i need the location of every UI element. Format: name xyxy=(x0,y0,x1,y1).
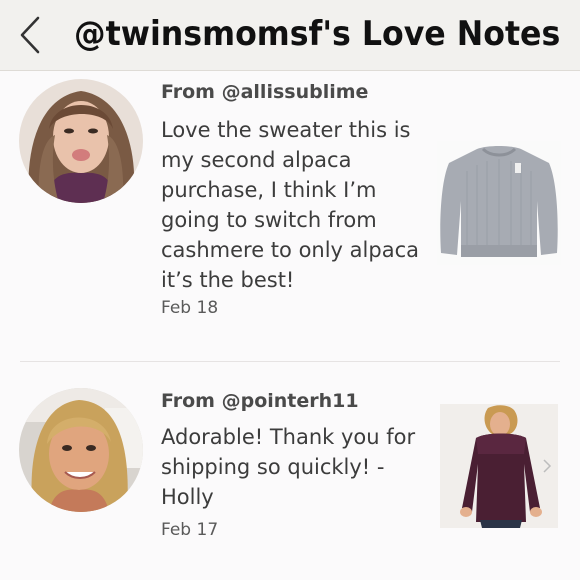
item-thumbnail[interactable] xyxy=(437,141,561,265)
back-button[interactable] xyxy=(12,12,52,58)
page-title: @twinsmomsf's Love Notes xyxy=(74,14,561,54)
avatar[interactable] xyxy=(19,388,143,512)
item-thumbnail[interactable] xyxy=(440,404,558,528)
header-bar: @twinsmomsf's Love Notes xyxy=(0,0,580,71)
chevron-left-icon xyxy=(20,16,40,54)
note-message: Love the sweater this is my second alpac… xyxy=(161,118,419,292)
sender-username[interactable]: From @allissublime xyxy=(161,81,368,103)
note-date: Feb 18 xyxy=(161,298,219,318)
love-note: From @allissublime Love the sweater this… xyxy=(0,71,580,361)
sender-username[interactable]: From @pointerh11 xyxy=(161,390,359,412)
note-date: Feb 17 xyxy=(161,520,219,540)
note-message: Adorable! Thank you for shipping so quic… xyxy=(161,425,416,509)
avatar[interactable] xyxy=(19,79,143,203)
love-note: From @pointerh11 Adorable! Thank you for… xyxy=(0,362,580,580)
